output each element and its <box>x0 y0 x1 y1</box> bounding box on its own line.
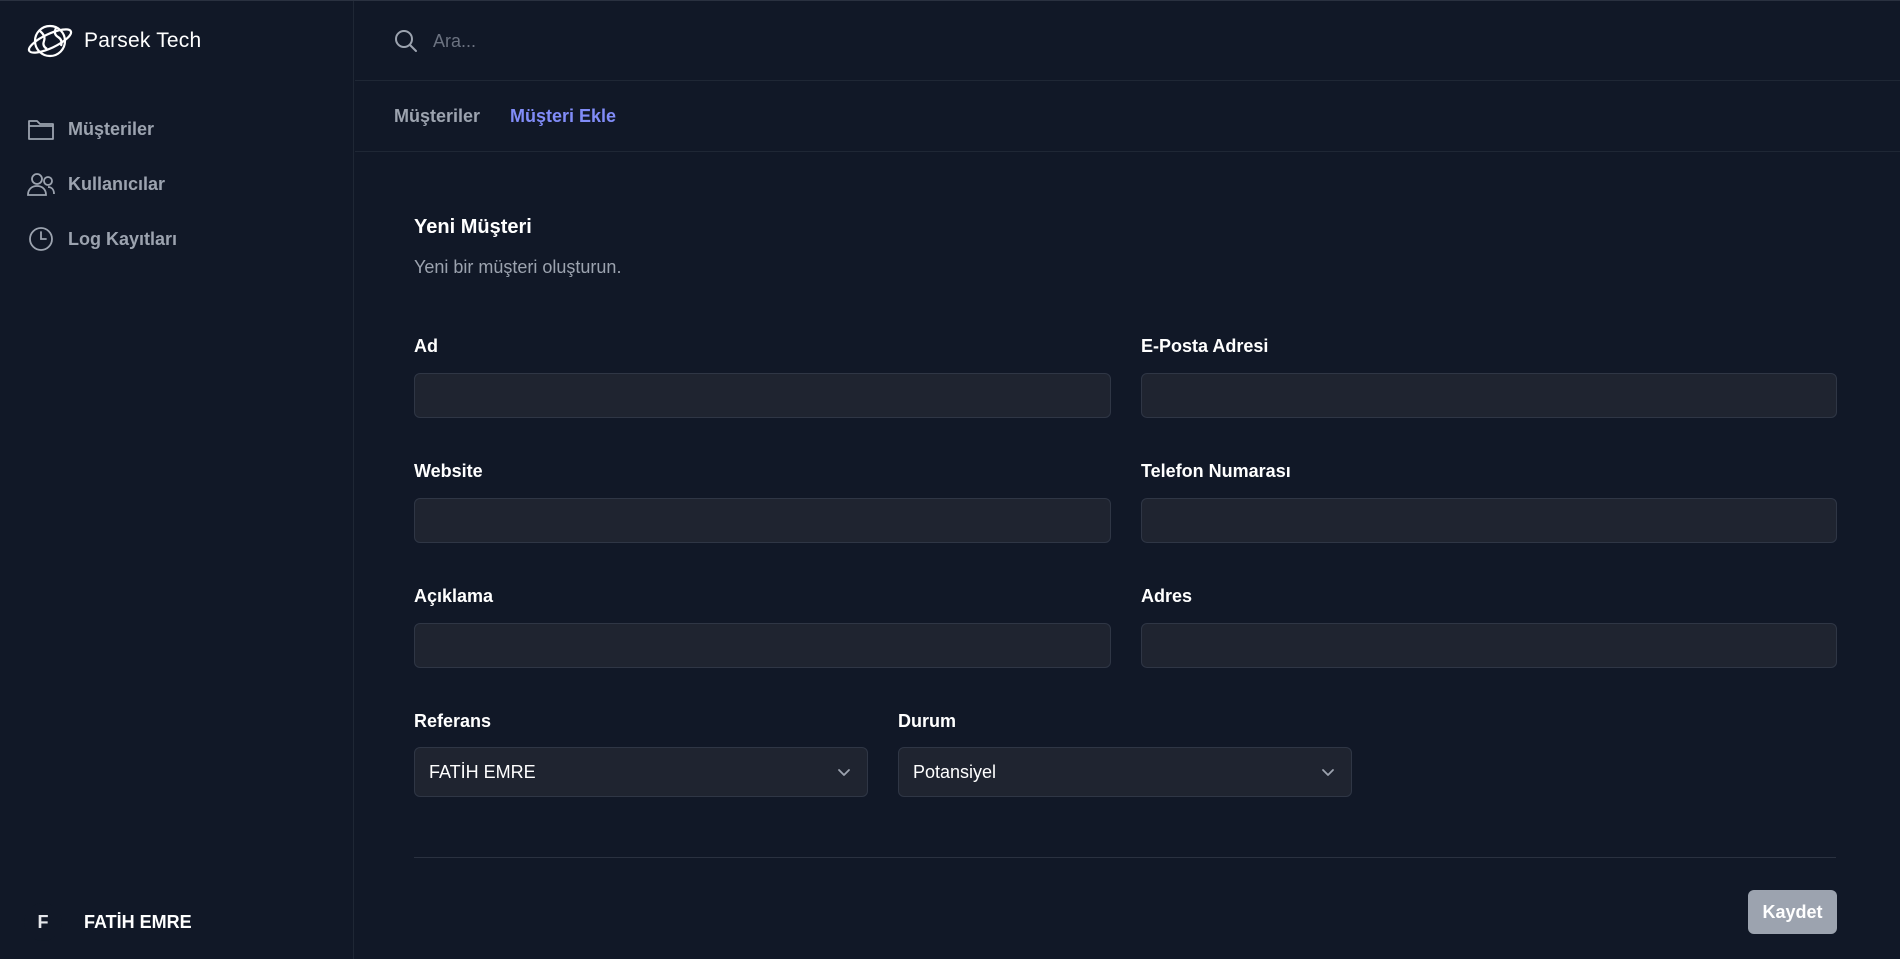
status-label: Durum <box>898 711 956 731</box>
description-label: Açıklama <box>414 586 494 606</box>
sidebar-item-musteriler[interactable]: Müşteriler <box>20 109 334 149</box>
name-label: Ad <box>414 336 438 356</box>
sidebar-item-label: Müşteriler <box>68 118 155 139</box>
brand-name: Parsek Tech <box>84 29 202 52</box>
sidebar-nav: Müşteriler Kullanıcılar Log Kayıtları <box>20 109 334 274</box>
address-field[interactable] <box>1141 623 1837 668</box>
folder-icon <box>26 114 56 144</box>
customer-form: Yeni Müşteri Yeni bir müşteri oluşturun.… <box>355 153 1900 959</box>
sidebar-item-log-kayitlari[interactable]: Log Kayıtları <box>20 219 334 259</box>
status-select[interactable]: Potansiyel <box>898 747 1352 797</box>
current-user[interactable]: F FATİH EMRE <box>24 903 192 941</box>
website-label: Website <box>414 461 483 481</box>
chevron-down-icon <box>1319 763 1337 781</box>
app-window: Parsek Tech Müşteriler Kullanıcılar Log … <box>0 0 1900 959</box>
planet-globe-icon <box>24 19 76 63</box>
search-input[interactable] <box>433 23 1033 59</box>
search-icon <box>393 28 419 54</box>
topbar <box>355 1 1900 81</box>
sidebar-item-label: Kullanıcılar <box>68 173 166 194</box>
email-field[interactable] <box>1141 373 1837 418</box>
email-label: E-Posta Adresi <box>1141 336 1269 356</box>
user-name: FATİH EMRE <box>84 911 192 932</box>
brand[interactable]: Parsek Tech <box>24 19 201 63</box>
tab-musteri-ekle[interactable]: Müşteri Ekle <box>510 106 616 127</box>
chevron-down-icon <box>835 763 853 781</box>
reference-select-value: FATİH EMRE <box>429 761 536 782</box>
form-title: Yeni Müşteri <box>414 216 532 238</box>
avatar: F <box>24 903 62 941</box>
address-label: Adres <box>1141 586 1193 606</box>
reference-select[interactable]: FATİH EMRE <box>414 747 868 797</box>
phone-field[interactable] <box>1141 498 1837 543</box>
sidebar-item-label: Log Kayıtları <box>68 228 178 249</box>
tab-bar: Müşteriler Müşteri Ekle <box>355 82 1900 152</box>
tab-musteriler[interactable]: Müşteriler <box>394 106 480 127</box>
form-divider <box>414 857 1836 858</box>
form-description: Yeni bir müşteri oluşturun. <box>414 257 622 277</box>
users-icon <box>26 169 56 199</box>
phone-label: Telefon Numarası <box>1141 461 1291 481</box>
status-select-value: Potansiyel <box>913 761 997 782</box>
description-field[interactable] <box>414 623 1111 668</box>
clock-icon <box>26 224 56 254</box>
sidebar: Parsek Tech Müşteriler Kullanıcılar Log … <box>0 1 354 959</box>
website-field[interactable] <box>414 498 1111 543</box>
sidebar-item-kullanicilar[interactable]: Kullanıcılar <box>20 164 334 204</box>
save-button[interactable]: Kaydet <box>1748 890 1837 934</box>
name-field[interactable] <box>414 373 1111 418</box>
reference-label: Referans <box>414 711 492 731</box>
